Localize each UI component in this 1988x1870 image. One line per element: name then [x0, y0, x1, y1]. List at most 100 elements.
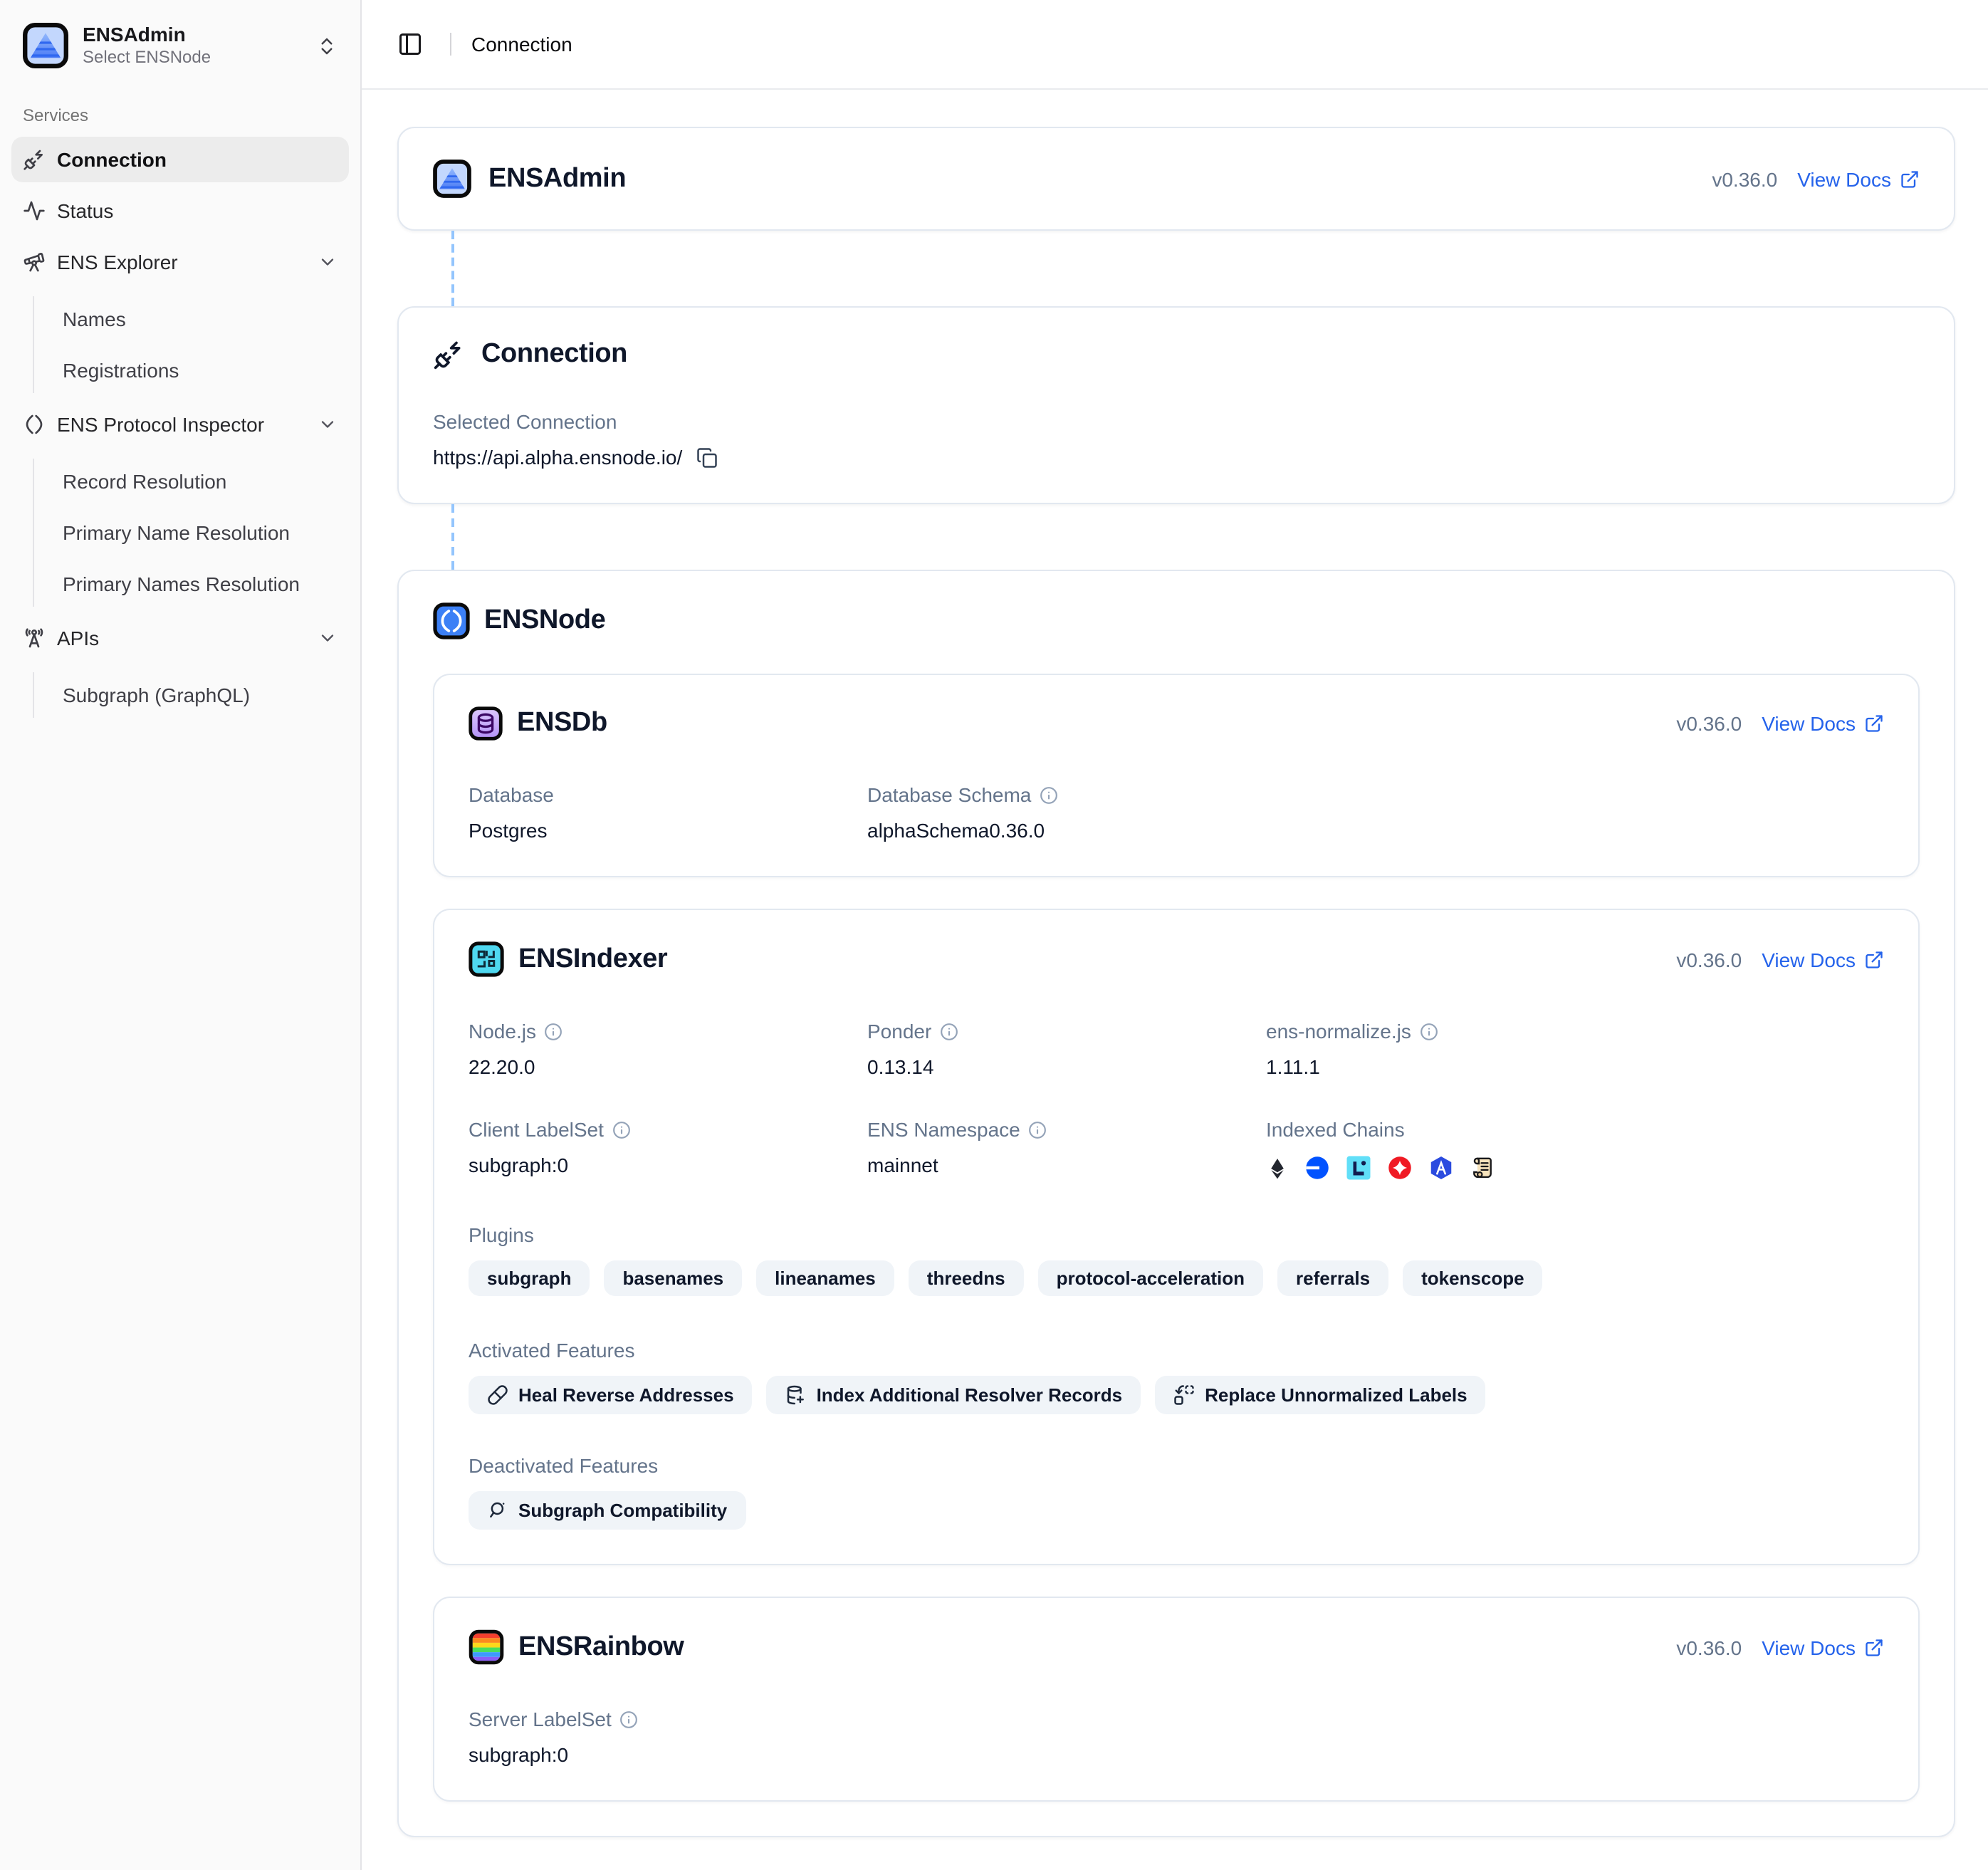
deactivated-features-list: Subgraph Compatibility	[469, 1491, 1884, 1530]
services-section-label: Services	[11, 105, 349, 125]
ponder-field: Ponder 0.13.14	[867, 1020, 1266, 1078]
info-icon[interactable]	[1420, 1022, 1438, 1040]
sidebar-item-label: APIs	[57, 627, 99, 649]
database-label: Database	[469, 783, 867, 806]
ensrainbow-version: v0.36.0	[1676, 1636, 1742, 1659]
chevrons-up-down-icon	[316, 35, 338, 56]
ensdb-logo-icon	[469, 706, 503, 741]
ensrainbow-logo-icon	[469, 1629, 504, 1665]
ensnode-card-title: ENSNode	[484, 605, 605, 637]
ensnode-select[interactable]: ENSAdmin Select ENSNode	[11, 11, 349, 80]
deactivated-features-label: Deactivated Features	[469, 1454, 1884, 1477]
nodejs-label: Node.js	[469, 1020, 536, 1043]
ensadmin-view-docs-link[interactable]: View Docs	[1797, 167, 1920, 190]
replace-icon	[1173, 1384, 1195, 1406]
plugins-list: subgraph basenames lineanames threedns p…	[469, 1260, 1884, 1296]
plugin-pill: basenames	[604, 1260, 742, 1296]
info-icon[interactable]	[1029, 1120, 1047, 1139]
database-schema-field: Database Schema alphaSchema0.36.0	[867, 783, 1266, 842]
base-chain-icon	[1304, 1155, 1330, 1181]
indexed-chains-field: Indexed Chains	[1266, 1118, 1884, 1181]
ensindexer-view-docs-link[interactable]: View Docs	[1762, 948, 1884, 971]
selected-connection-label: Selected Connection	[433, 410, 1920, 433]
sidebar-item-registrations[interactable]: Registrations	[48, 348, 349, 393]
database-schema-label: Database Schema	[867, 783, 1031, 806]
plugin-pill: subgraph	[469, 1260, 590, 1296]
ens-namespace-value: mainnet	[867, 1154, 1266, 1176]
ponder-label: Ponder	[867, 1020, 931, 1043]
sidebar-nav: Connection Status ENS Explorer	[11, 137, 349, 721]
selected-connection-url: https://api.alpha.ensnode.io/	[433, 446, 682, 469]
ensnode-card: ENSNode	[397, 570, 1955, 1837]
info-icon[interactable]	[1040, 785, 1058, 804]
info-icon[interactable]	[612, 1120, 631, 1139]
database-plus-icon	[785, 1384, 807, 1406]
arbitrum-chain-icon	[1428, 1155, 1454, 1181]
ethereum-chain-icon	[1266, 1156, 1289, 1180]
ensrainbow-card-title: ENSRainbow	[518, 1631, 684, 1663]
sidebar-item-label: Primary Name Resolution	[63, 521, 290, 544]
ens-normalize-value: 1.11.1	[1266, 1055, 1884, 1078]
sidebar-toggle-button[interactable]	[390, 24, 430, 64]
sidebar-item-names[interactable]: Names	[48, 296, 349, 342]
connection-card: Connection Selected Connection https://a…	[397, 306, 1955, 504]
sidebar-item-label: ENS Explorer	[57, 251, 178, 273]
activity-icon	[23, 199, 46, 222]
feature-pill: Subgraph Compatibility	[469, 1491, 746, 1530]
ens-namespace-label: ENS Namespace	[867, 1118, 1020, 1141]
card-connector-line	[451, 504, 1955, 570]
sidebar-item-label: Primary Names Resolution	[63, 573, 300, 595]
external-link-icon	[1864, 949, 1884, 969]
sidebar-item-label: Subgraph (GraphQL)	[63, 684, 250, 706]
external-link-icon	[1864, 714, 1884, 733]
sidebar-item-status[interactable]: Status	[11, 188, 349, 234]
sidebar-item-ens-explorer[interactable]: ENS Explorer	[11, 239, 349, 285]
ensindexer-version: v0.36.0	[1676, 948, 1742, 971]
optimism-chain-icon	[1387, 1155, 1413, 1181]
sidebar-item-label: Status	[57, 199, 113, 222]
info-icon[interactable]	[940, 1022, 958, 1040]
copy-url-button[interactable]	[696, 446, 718, 468]
ensrainbow-view-docs-link[interactable]: View Docs	[1762, 1636, 1884, 1659]
feature-pill: Heal Reverse Addresses	[469, 1376, 753, 1414]
ens-normalize-field: ens-normalize.js 1.11.1	[1266, 1020, 1884, 1078]
ensadmin-card-title: ENSAdmin	[488, 163, 626, 194]
external-link-icon	[1864, 1637, 1884, 1657]
server-labelset-value: subgraph:0	[469, 1743, 1884, 1766]
database-schema-value: alphaSchema0.36.0	[867, 819, 1266, 842]
feature-pill: Replace Unnormalized Labels	[1155, 1376, 1485, 1414]
main-area: Connection	[362, 0, 1988, 1870]
ensadmin-logo-icon	[433, 160, 471, 198]
ensindexer-card: ENSIndexer v0.36.0 View Docs	[433, 909, 1920, 1565]
info-icon[interactable]	[545, 1022, 563, 1040]
sidebar-item-connection[interactable]: Connection	[11, 137, 349, 182]
sidebar-item-ens-protocol-inspector[interactable]: ENS Protocol Inspector	[11, 402, 349, 447]
database-value: Postgres	[469, 819, 867, 842]
radio-tower-icon	[23, 627, 46, 649]
client-labelset-label: Client LabelSet	[469, 1118, 604, 1141]
sidebar-item-apis[interactable]: APIs	[11, 615, 349, 661]
plug-zap-icon	[23, 148, 46, 171]
scroll-chain-icon	[1470, 1155, 1495, 1181]
info-icon[interactable]	[620, 1710, 639, 1728]
telescope-icon	[23, 251, 46, 273]
ensdb-view-docs-link[interactable]: View Docs	[1762, 712, 1884, 735]
ens-namespace-field: ENS Namespace mainnet	[867, 1118, 1266, 1181]
sidebar-item-primary-names-resolution[interactable]: Primary Names Resolution	[48, 561, 349, 607]
sidebar-item-primary-name-resolution[interactable]: Primary Name Resolution	[48, 510, 349, 555]
indexed-chains-list	[1266, 1155, 1884, 1181]
ensadmin-card: ENSAdmin v0.36.0 View Docs	[397, 127, 1955, 231]
sidebar: ENSAdmin Select ENSNode Services Connect…	[0, 0, 362, 1870]
ensrainbow-card: ENSRainbow v0.36.0 View Docs	[433, 1597, 1920, 1802]
ensadmin-logo-icon	[23, 23, 68, 68]
external-link-icon	[1900, 169, 1920, 189]
indexed-chains-label: Indexed Chains	[1266, 1118, 1884, 1141]
sidebar-item-label: Connection	[57, 148, 167, 171]
sidebar-item-label: Registrations	[63, 359, 179, 382]
sidebar-item-subgraph-graphql[interactable]: Subgraph (GraphQL)	[48, 672, 349, 718]
sidebar-item-record-resolution[interactable]: Record Resolution	[48, 459, 349, 504]
ens-protocol-inspector-subnav: Record Resolution Primary Name Resolutio…	[33, 459, 349, 607]
nodejs-field: Node.js 22.20.0	[469, 1020, 867, 1078]
nodejs-value: 22.20.0	[469, 1055, 867, 1078]
breadcrumb-divider	[450, 33, 451, 56]
